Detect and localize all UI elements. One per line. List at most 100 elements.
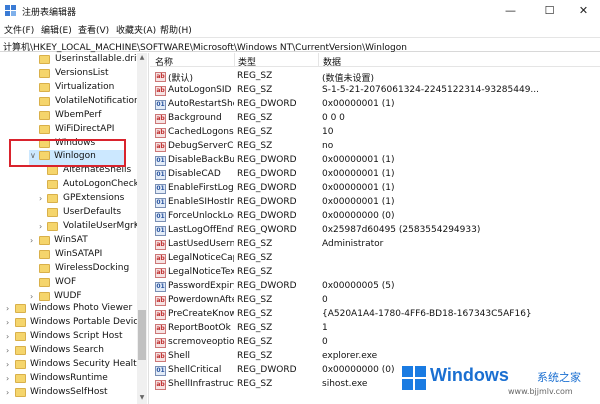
binary-value-icon: 01 xyxy=(155,226,166,236)
value-row[interactable]: ab AutoLogonSID REG_SZ S-1-5-21-2076061324-… xyxy=(150,84,600,98)
menu-help[interactable]: 帮助(H) xyxy=(160,23,192,36)
string-value-icon: ab xyxy=(155,114,166,124)
value-row[interactable]: abLegalNoticeCaptionREG_SZ xyxy=(150,252,600,266)
minimize-button[interactable]: — xyxy=(494,0,527,22)
value-row[interactable]: 01DisableBackButtonREG_DWORD0x00000001 (… xyxy=(150,154,600,168)
folder-icon xyxy=(39,111,50,120)
window-title: 注册表编辑器 xyxy=(22,8,77,18)
value-row[interactable]: 01PasswordExpiryWarningREG_DWORD0x000000… xyxy=(150,280,600,294)
chevron-right-icon[interactable]: › xyxy=(30,236,33,245)
folder-icon xyxy=(39,97,50,106)
windows-logo-icon xyxy=(402,366,426,390)
folder-icon xyxy=(15,318,26,327)
binary-value-icon: 01 xyxy=(155,282,166,292)
folder-icon xyxy=(15,360,26,369)
title-bar: 注册表编辑器 — ☐ ✕ xyxy=(0,0,600,22)
chevron-right-icon[interactable]: › xyxy=(6,388,9,397)
value-row[interactable]: ab (默认) REG_SZ (数值未设置) xyxy=(150,70,600,84)
chevron-right-icon[interactable]: › xyxy=(6,332,9,341)
folder-icon xyxy=(47,194,58,203)
value-row[interactable]: 01EnableSIHostIntegrationREG_DWORD0x0000… xyxy=(150,196,600,210)
folder-icon xyxy=(39,250,50,259)
value-row[interactable]: 01 DisableCAD REG_DWORD 0x00000001 (1) xyxy=(150,168,600,182)
values-list: ab (默认) REG_SZ (数值未设置) ab AutoLogonSID REG_SZ… xyxy=(150,70,600,404)
folder-icon xyxy=(39,264,50,273)
menu-edit[interactable]: 编辑(E) xyxy=(41,23,72,36)
binary-value-icon: 01 xyxy=(155,366,166,376)
folder-icon xyxy=(15,304,26,313)
string-value-icon: ab xyxy=(155,310,166,320)
chevron-right-icon[interactable]: › xyxy=(39,222,42,231)
string-value-icon: ab xyxy=(155,352,166,362)
folder-icon xyxy=(15,346,26,355)
value-row[interactable]: 01EnableFirstLogonAnimationREG_DWORD0x00… xyxy=(150,182,600,196)
scroll-down-icon[interactable]: ▼ xyxy=(137,394,147,401)
menu-file[interactable]: 文件(F) xyxy=(4,23,34,36)
chevron-right-icon[interactable]: › xyxy=(6,318,9,327)
binary-value-icon: 01 xyxy=(155,212,166,222)
folder-icon xyxy=(15,374,26,383)
folder-icon xyxy=(39,83,50,92)
pane-splitter[interactable] xyxy=(148,53,149,404)
chevron-right-icon[interactable]: › xyxy=(39,194,42,203)
maximize-button[interactable]: ☐ xyxy=(533,0,566,22)
binary-value-icon: 01 xyxy=(155,184,166,194)
registry-tree: Userinstallable.drivers VersionsList Vir… xyxy=(6,54,147,397)
string-value-icon: ab xyxy=(155,72,166,82)
folder-icon xyxy=(39,55,50,64)
annotation-highlight-box xyxy=(9,139,126,167)
folder-icon xyxy=(39,292,50,301)
column-header-name[interactable]: 名称 xyxy=(155,55,173,68)
value-row[interactable]: abPowerdownAfterShutdownREG_SZ0 xyxy=(150,294,600,308)
tree-scrollbar[interactable]: ▲ ▼ xyxy=(137,53,147,404)
close-button[interactable]: ✕ xyxy=(567,0,600,22)
value-row[interactable]: abLastUsedUsernameREG_SZAdministrator xyxy=(150,238,600,252)
string-value-icon: ab xyxy=(155,380,166,390)
value-row[interactable]: 01LastLogOffEndTimePerfCounterREG_QWORD0… xyxy=(150,224,600,238)
string-value-icon: ab xyxy=(155,254,166,264)
value-row[interactable]: ab LegalNoticeText REG_SZ xyxy=(150,266,600,280)
binary-value-icon: 01 xyxy=(155,198,166,208)
value-row[interactable]: abDebugServerCommandREG_SZno xyxy=(150,140,600,154)
binary-value-icon: 01 xyxy=(155,100,166,110)
folder-icon xyxy=(39,278,50,287)
string-value-icon: ab xyxy=(155,240,166,250)
folder-icon xyxy=(47,222,58,231)
chevron-right-icon[interactable]: › xyxy=(6,374,9,383)
chevron-right-icon[interactable]: › xyxy=(30,292,33,301)
scroll-up-icon[interactable]: ▲ xyxy=(137,54,147,61)
chevron-right-icon[interactable]: › xyxy=(6,360,9,369)
address-bar[interactable]: 计算机\HKEY_LOCAL_MACHINE\SOFTWARE\Microsof… xyxy=(0,37,600,53)
folder-icon xyxy=(15,332,26,341)
menu-bar: 文件(F) 编辑(E) 查看(V) 收藏夹(A) 帮助(H) xyxy=(0,22,600,37)
folder-icon xyxy=(39,69,50,78)
column-divider[interactable] xyxy=(234,53,235,67)
binary-value-icon: 01 xyxy=(155,156,166,166)
value-row[interactable]: ab Background REG_SZ 0 0 0 xyxy=(150,112,600,126)
value-row[interactable]: abPreCreateKnownFoldersREG_SZ{A520A1A4-1… xyxy=(150,308,600,322)
value-row[interactable]: 01ForceUnlockLogonREG_DWORD0x00000000 (0… xyxy=(150,210,600,224)
folder-icon xyxy=(47,180,58,189)
value-row[interactable]: ab ReportBootOk REG_SZ 1 xyxy=(150,322,600,336)
address-path: 计算机\HKEY_LOCAL_MACHINE\SOFTWARE\Microsof… xyxy=(3,43,407,53)
folder-icon xyxy=(15,388,26,397)
string-value-icon: ab xyxy=(155,296,166,306)
value-row[interactable]: abCachedLogonsCountREG_SZ10 xyxy=(150,126,600,140)
folder-icon xyxy=(39,125,50,134)
watermark-subtitle: 系统之家 xyxy=(537,371,581,384)
regedit-app-icon xyxy=(5,5,16,16)
watermark-url: www.bjjmlv.com xyxy=(508,387,573,396)
column-header-type[interactable]: 类型 xyxy=(238,55,256,68)
chevron-right-icon[interactable]: › xyxy=(6,304,9,313)
column-header-data[interactable]: 数据 xyxy=(323,55,341,68)
value-row[interactable]: 01AutoRestartShellREG_DWORD0x00000001 (1… xyxy=(150,98,600,112)
folder-icon xyxy=(47,208,58,217)
watermark-title: Windows xyxy=(430,365,509,385)
column-divider[interactable] xyxy=(318,53,319,67)
string-value-icon: ab xyxy=(155,338,166,348)
menu-view[interactable]: 查看(V) xyxy=(78,23,109,36)
chevron-right-icon[interactable]: › xyxy=(6,346,9,355)
value-row[interactable]: ab scremoveoption REG_SZ 0 xyxy=(150,336,600,350)
scrollbar-thumb[interactable] xyxy=(138,310,146,360)
menu-favorites[interactable]: 收藏夹(A) xyxy=(116,23,156,36)
